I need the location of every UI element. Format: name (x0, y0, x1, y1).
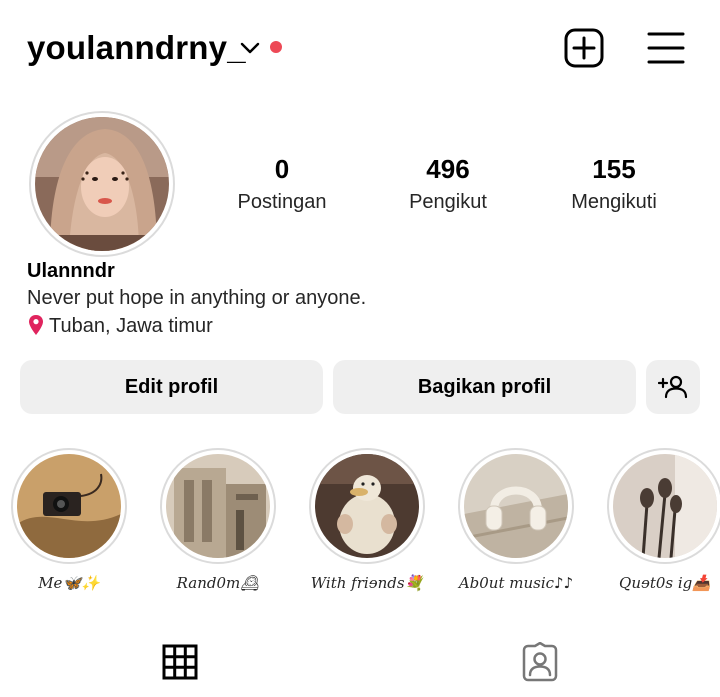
stat-following[interactable]: 155 Mengikuti (534, 152, 694, 218)
avatar-photo (35, 117, 169, 251)
create-post-button[interactable] (562, 26, 606, 70)
headphones-cover-image (464, 454, 568, 558)
discover-people-button[interactable] (646, 360, 700, 414)
followers-count: 496 (426, 154, 470, 184)
tab-tagged[interactable] (360, 628, 720, 697)
highlight-cover (309, 448, 425, 564)
highlight-label: Quɘt0s ig📥 (619, 574, 711, 592)
highlight-cover (160, 448, 276, 564)
profile-bio: Ulannndr Never put hope in anything or a… (27, 258, 687, 340)
plush-duck-cover-image (315, 454, 419, 558)
highlight-cover (11, 448, 127, 564)
highlight-label: With friɘnds💐 (310, 574, 424, 592)
chevron-down-icon[interactable] (238, 36, 262, 60)
location-pin-icon (29, 315, 43, 335)
location-text: Tuban, Jawa timur (49, 315, 213, 337)
hamburger-menu-icon (647, 32, 685, 64)
highlight-item[interactable]: Quɘt0s ig📥 (607, 448, 720, 594)
highlight-item[interactable]: Rand0m🕰 (160, 448, 276, 594)
edit-profile-button[interactable]: Edit profil (20, 360, 323, 414)
followers-label: Pengikut (409, 191, 487, 213)
grid-icon (162, 644, 198, 680)
bio-location: Tuban, Jawa timur (27, 312, 687, 340)
stat-followers[interactable]: 496 Pengikut (368, 152, 528, 218)
profile-tabs (0, 628, 720, 697)
bio-text: Never put hope in anything or anyone. (27, 287, 367, 309)
display-name: Ulannndr (27, 260, 115, 282)
highlight-item[interactable]: Ab0ut music♪♪ (458, 448, 574, 594)
share-profile-button[interactable]: Bagikan profil (333, 360, 636, 414)
highlight-label: Me🦋✨ (38, 574, 100, 592)
highlight-cover (607, 448, 720, 564)
tab-posts-grid[interactable] (0, 628, 360, 697)
add-person-icon (657, 375, 688, 399)
highlight-cover (458, 448, 574, 564)
profile-header: youlanndrny_ (0, 0, 720, 96)
highlight-label: Rand0m🕰 (176, 574, 260, 592)
highlight-item[interactable]: With friɘnds💐 (309, 448, 425, 594)
camera-cover-image (17, 454, 121, 558)
tagged-icon (522, 642, 558, 682)
stat-posts[interactable]: 0 Postingan (202, 152, 362, 218)
posts-count: 0 (274, 154, 290, 184)
highlight-label: Ab0ut music♪♪ (458, 574, 574, 592)
posts-label: Postingan (237, 191, 327, 213)
building-cover-image (166, 454, 270, 558)
menu-button[interactable] (644, 26, 688, 70)
following-label: Mengikuti (571, 191, 657, 213)
profile-username[interactable]: youlanndrny_ (27, 26, 246, 70)
plus-square-icon (564, 28, 604, 68)
notification-dot (270, 41, 282, 53)
tulips-cover-image (613, 454, 717, 558)
profile-avatar[interactable] (29, 111, 175, 257)
highlight-item[interactable]: Me🦋✨ (11, 448, 127, 594)
following-count: 155 (592, 154, 636, 184)
